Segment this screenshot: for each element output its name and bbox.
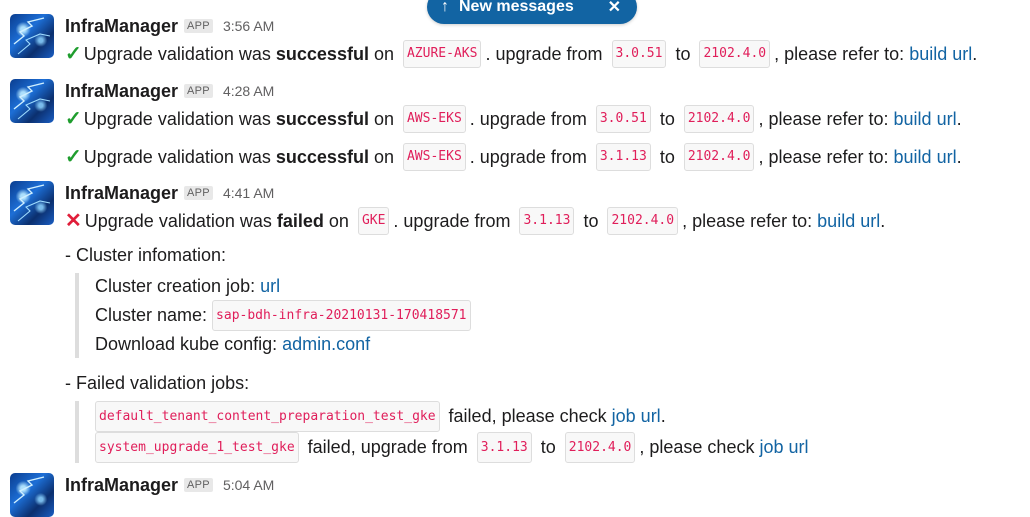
kube-config: Download kube config: admin.conf bbox=[95, 331, 475, 358]
platform-code: AWS-EKS bbox=[402, 105, 466, 133]
message-text: ✓ Upgrade validation was successful on A… bbox=[65, 105, 962, 133]
cluster-creation-job: Cluster creation job: url bbox=[95, 273, 475, 300]
to-version-code: 2102.4.0 bbox=[683, 143, 755, 171]
cross-mark-icon: ✕ bbox=[65, 210, 82, 232]
status-text: successful bbox=[275, 44, 369, 64]
message: InfraManager APP 5:04 AM bbox=[10, 473, 1020, 517]
job-url-link[interactable]: job url bbox=[612, 403, 661, 430]
infra-manager-avatar[interactable] bbox=[10, 14, 54, 58]
cluster-job-url-link[interactable]: url bbox=[260, 273, 280, 300]
from-version-code: 3.1.13 bbox=[476, 432, 532, 463]
job-url-link[interactable]: job url bbox=[759, 434, 808, 461]
timestamp[interactable]: 5:04 AM bbox=[223, 477, 274, 493]
infra-manager-avatar[interactable] bbox=[10, 473, 54, 517]
arrow-up-icon: ↑ bbox=[441, 0, 449, 15]
status-text: successful bbox=[275, 109, 369, 129]
sender-name[interactable]: InfraManager bbox=[65, 475, 178, 496]
build-url-link[interactable]: build url bbox=[894, 107, 957, 131]
infra-manager-avatar[interactable] bbox=[10, 181, 54, 225]
sender-name[interactable]: InfraManager bbox=[65, 81, 178, 102]
message: InfraManager APP 4:28 AM ✓ Upgrade valid… bbox=[10, 79, 1020, 171]
new-messages-banner[interactable]: ↑ New messages ✕ bbox=[427, 0, 637, 24]
build-url-link[interactable]: build url bbox=[894, 145, 957, 169]
failed-job-row: default_tenant_content_preparation_test_… bbox=[95, 401, 809, 432]
sender-name[interactable]: InfraManager bbox=[65, 183, 178, 204]
from-version-code: 3.1.13 bbox=[519, 207, 575, 235]
timestamp[interactable]: 4:28 AM bbox=[223, 83, 274, 99]
job-name-code: default_tenant_content_preparation_test_… bbox=[95, 401, 440, 432]
cluster-name-code: sap-bdh-infra-20210131-170418571 bbox=[212, 300, 471, 331]
sender-name[interactable]: InfraManager bbox=[65, 16, 178, 37]
to-version-code: 2102.4.0 bbox=[683, 105, 755, 133]
failed-job-row: system_upgrade_1_test_gke failed, upgrad… bbox=[95, 432, 809, 463]
message-text: ✓ Upgrade validation was successful on A… bbox=[65, 40, 977, 68]
failed-jobs-heading: - Failed validation jobs: bbox=[65, 373, 250, 393]
status-text: successful bbox=[275, 147, 369, 167]
check-mark-icon: ✓ bbox=[65, 146, 82, 168]
to-version-code: 2102.4.0 bbox=[564, 432, 636, 463]
check-mark-icon: ✓ bbox=[65, 43, 82, 65]
failed-jobs-quote: default_tenant_content_preparation_test_… bbox=[75, 401, 809, 463]
status-text: failed bbox=[276, 211, 324, 231]
platform-code: AWS-EKS bbox=[402, 143, 466, 171]
new-messages-label: New messages bbox=[459, 0, 574, 15]
timestamp[interactable]: 4:41 AM bbox=[223, 185, 274, 201]
timestamp[interactable]: 3:56 AM bbox=[223, 18, 274, 34]
app-badge: APP bbox=[184, 186, 213, 200]
cluster-name: Cluster name: sap-bdh-infra-20210131-170… bbox=[95, 300, 475, 331]
infra-manager-avatar[interactable] bbox=[10, 79, 54, 123]
message-text: ✕ Upgrade validation was failed on GKE .… bbox=[65, 207, 885, 235]
message-text: ✓ Upgrade validation was successful on A… bbox=[65, 143, 962, 171]
message: InfraManager APP 4:41 AM ✕ Upgrade valid… bbox=[10, 181, 1020, 463]
build-url-link[interactable]: build url bbox=[817, 209, 880, 233]
to-version-code: 2102.4.0 bbox=[607, 207, 679, 235]
from-version-code: 3.0.51 bbox=[611, 40, 667, 68]
cluster-info-quote: Cluster creation job: url Cluster name: … bbox=[75, 273, 475, 358]
admin-conf-link[interactable]: admin.conf bbox=[282, 331, 370, 358]
app-badge: APP bbox=[184, 84, 213, 98]
check-mark-icon: ✓ bbox=[65, 108, 82, 130]
to-version-code: 2102.4.0 bbox=[699, 40, 771, 68]
cluster-info-heading: - Cluster infomation: bbox=[65, 245, 227, 265]
app-badge: APP bbox=[184, 478, 213, 492]
build-url-link[interactable]: build url bbox=[909, 42, 972, 66]
app-badge: APP bbox=[184, 19, 213, 33]
platform-code: GKE bbox=[357, 207, 390, 235]
job-name-code: system_upgrade_1_test_gke bbox=[95, 432, 299, 463]
close-icon[interactable]: ✕ bbox=[608, 0, 621, 17]
from-version-code: 3.1.13 bbox=[595, 143, 651, 171]
from-version-code: 3.0.51 bbox=[595, 105, 651, 133]
platform-code: AZURE-AKS bbox=[402, 40, 482, 68]
